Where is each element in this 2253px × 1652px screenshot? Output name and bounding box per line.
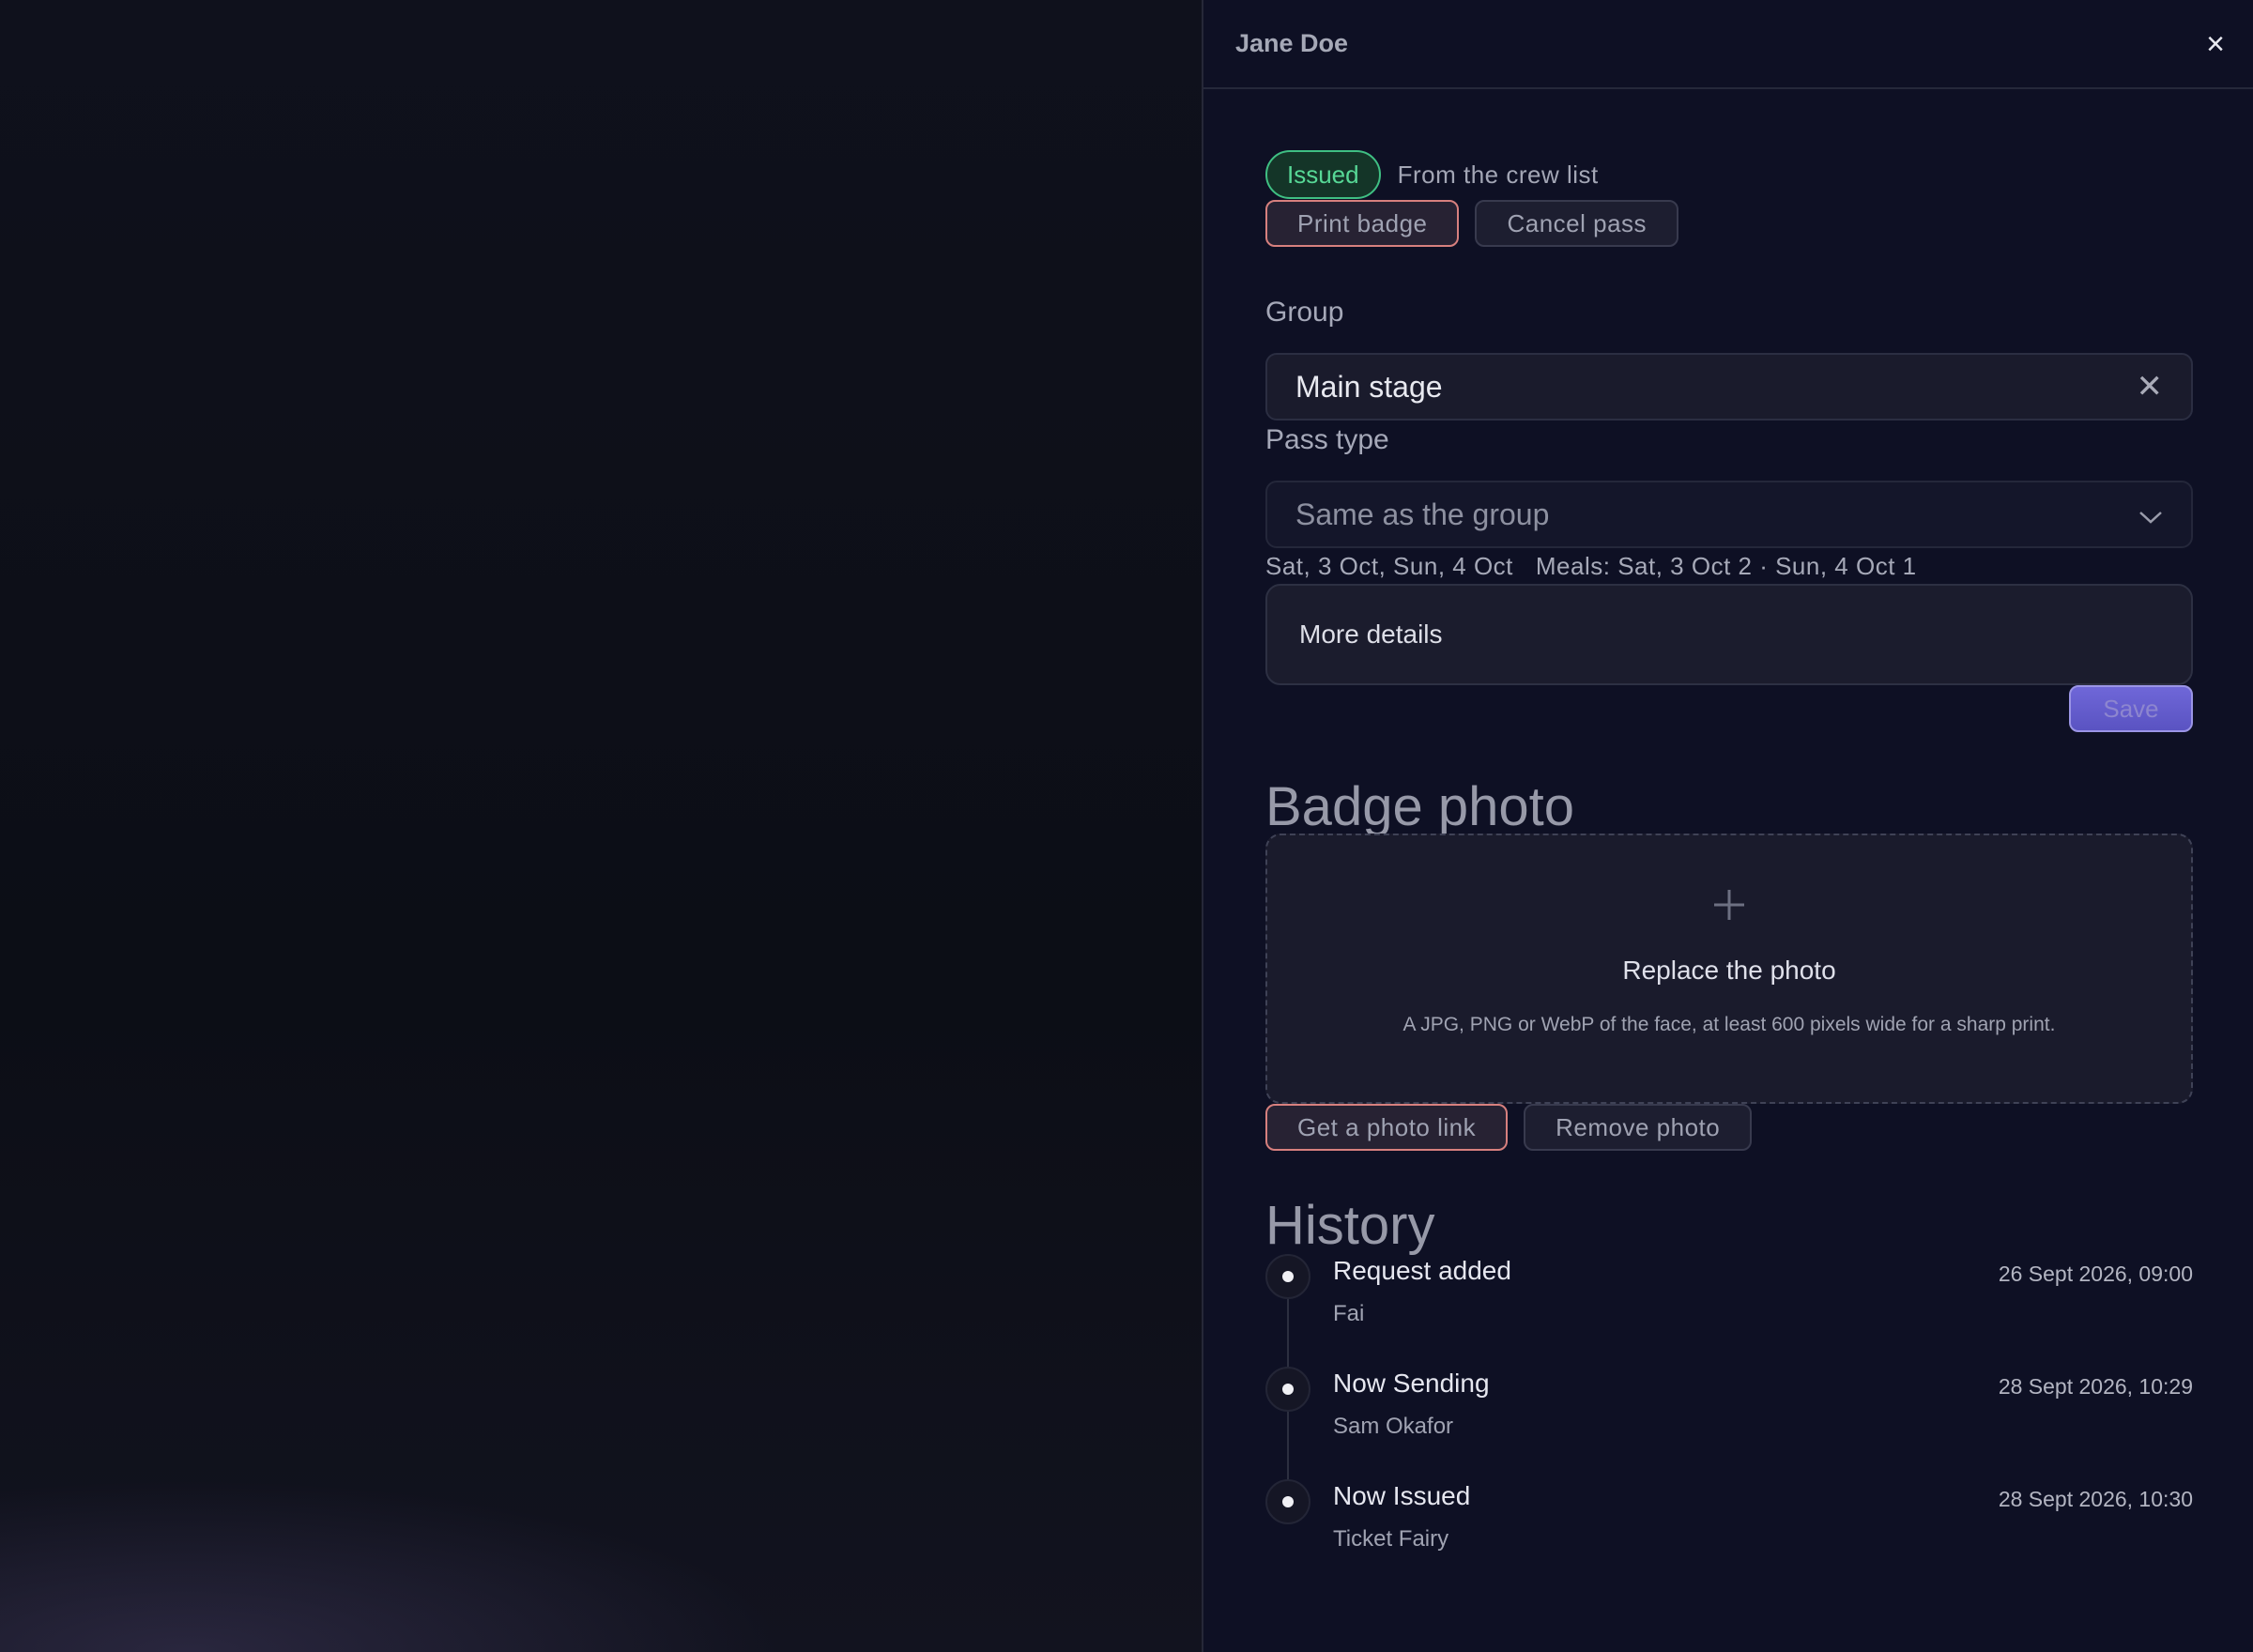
cancel-pass-button[interactable]: Cancel pass: [1475, 200, 1679, 247]
group-select-value: Main stage: [1295, 369, 1443, 404]
history-event-person: Fai: [1333, 1301, 1365, 1326]
history-event-person: Sam Okafor: [1333, 1414, 1454, 1439]
drawer-title: Jane Doe: [1235, 29, 1349, 57]
status-badge: Issued: [1265, 150, 1381, 199]
history-event-title: Now Issued: [1333, 1481, 1471, 1510]
pass-summary: Sat, 3 Oct, Sun, 4 Oct Meals: Sat, 3 Oct …: [1265, 552, 1917, 581]
history-heading: History: [1265, 1195, 1435, 1256]
details-drawer: Jane Doe × Issued From the crew list Pri…: [1202, 0, 2253, 1652]
pass-meals: Meals: Sat, 3 Oct 2 · Sun, 4 Oct 1: [1535, 552, 1917, 580]
timeline-dot-icon: [1265, 1367, 1310, 1412]
pass-type-select[interactable]: Same as the group: [1265, 481, 2193, 548]
chevron-down-icon: [2138, 498, 2163, 530]
history-event-title: Now Sending: [1333, 1369, 1490, 1398]
dropzone-title: Replace the photo: [1622, 956, 1836, 985]
history-event-time: 26 Sept 2026, 09:00: [1998, 1262, 2193, 1286]
photo-dropzone[interactable]: Replace the photo A JPG, PNG or WebP of …: [1265, 834, 2193, 1104]
page-backdrop[interactable]: [0, 0, 1202, 1652]
pass-type-label: Pass type: [1265, 424, 1389, 455]
dropzone-hint: A JPG, PNG or WebP of the face, at least…: [1402, 1014, 2056, 1035]
badge-photo-heading: Badge photo: [1265, 776, 1574, 837]
pass-dates: Sat, 3 Oct, Sun, 4 Oct: [1265, 552, 1513, 580]
remove-photo-button[interactable]: Remove photo: [1524, 1104, 1753, 1151]
more-details-toggle[interactable]: More details: [1265, 584, 2193, 685]
close-icon[interactable]: ✕: [2137, 371, 2164, 403]
timeline-dot-icon: [1265, 1254, 1310, 1299]
history-event: Request added Fai 26 Sept 2026, 09:00: [1265, 1254, 2193, 1348]
more-details-label: More details: [1299, 620, 1443, 649]
group-label: Group: [1265, 297, 1344, 328]
history-event-person: Ticket Fairy: [1333, 1526, 1449, 1552]
history-event-time: 28 Sept 2026, 10:29: [1998, 1374, 2193, 1399]
status-source: From the crew list: [1397, 160, 1599, 189]
print-badge-button[interactable]: Print badge: [1265, 200, 1460, 247]
photo-actions: Get a photo link Remove photo: [1265, 1104, 1753, 1151]
pass-type-select-value: Same as the group: [1295, 497, 1550, 531]
plus-icon: [1267, 873, 2191, 934]
drawer-header: Jane Doe ×: [1203, 0, 2253, 89]
history-event: Now Sending Sam Okafor 28 Sept 2026, 10:…: [1265, 1367, 2193, 1461]
close-icon[interactable]: ×: [2206, 28, 2225, 60]
group-select[interactable]: Main stage ✕: [1265, 353, 2193, 421]
history-event-time: 28 Sept 2026, 10:30: [1998, 1487, 2193, 1511]
status-row: Issued From the crew list: [1265, 150, 1599, 199]
timeline-dot-icon: [1265, 1479, 1310, 1524]
history-event-title: Request added: [1333, 1256, 1511, 1285]
save-button[interactable]: Save: [2069, 685, 2193, 732]
history-event: Now Issued Ticket Fairy 28 Sept 2026, 10…: [1265, 1479, 2193, 1573]
pass-actions: Print badge Cancel pass: [1265, 200, 1679, 247]
get-photo-link-button[interactable]: Get a photo link: [1265, 1104, 1509, 1151]
